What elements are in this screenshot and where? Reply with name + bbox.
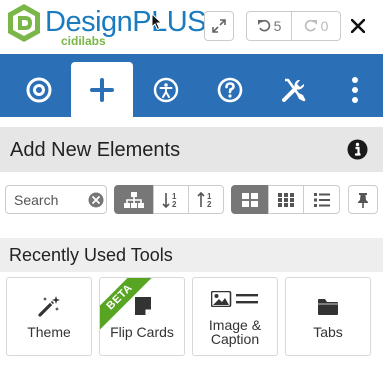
tools-icon [282,78,306,102]
more-options-button[interactable] [333,62,377,117]
thumbtack-icon [358,192,368,208]
tool-card-label-line1: Image & [208,317,262,333]
tab-help[interactable] [199,62,261,117]
recent-tools-header: Recently Used Tools [0,238,383,272]
tool-card-label: Theme [27,324,71,340]
tab-target[interactable] [8,62,70,117]
sort-descending-button[interactable]: 1 2 [188,185,224,214]
target-icon [26,77,52,102]
redo-count: 0 [320,18,329,34]
plus-icon [90,77,114,102]
pin-button[interactable] [348,185,378,214]
list-icon [313,192,330,207]
logo-mark-icon [8,4,40,42]
info-icon[interactable] [347,139,368,160]
svg-text:2: 2 [207,200,212,208]
search-input[interactable] [14,191,86,209]
tool-card-flip-cards[interactable]: BETA Flip Cards [99,277,185,356]
undo-count: 5 [273,18,282,34]
add-elements-header: Add New Elements [0,127,383,172]
tool-card-tabs[interactable]: Tabs [285,277,371,356]
expand-button[interactable] [204,11,234,41]
image-caption-icon [211,291,258,307]
redo-button[interactable]: 0 [291,11,341,41]
view-list-button[interactable] [303,185,340,214]
close-icon [351,19,365,33]
redo-icon [304,19,317,32]
main-toolbar [0,54,383,117]
expand-icon [212,19,226,33]
folder-tab-icon [318,299,338,315]
view-large-grid-button[interactable] [231,185,269,214]
sort-by-category-button[interactable] [114,185,154,214]
sitemap-icon [124,191,144,208]
undo-button[interactable]: 5 [246,11,292,41]
tool-card-theme[interactable]: Theme [6,277,92,356]
small-grid-icon [278,192,294,207]
more-vertical-icon [352,76,358,103]
flip-card-icon [135,297,151,315]
clear-search-icon[interactable] [88,192,104,208]
close-button[interactable] [347,11,369,41]
question-circle-icon [217,77,243,102]
tool-card-image-caption[interactable]: Image & Caption [192,277,278,356]
app-header: DesignPLUS cidilabs 5 0 [0,0,383,54]
accessibility-icon [153,77,179,102]
sort-numeric-desc-icon: 1 2 [197,191,212,208]
tool-card-label: Flip Cards [110,324,174,340]
tab-add-elements[interactable] [71,62,133,117]
recent-tools-title: Recently Used Tools [9,245,173,265]
undo-icon [257,19,270,32]
sort-ascending-button[interactable]: 1 2 [153,185,189,214]
view-small-grid-button[interactable] [268,185,304,214]
sort-numeric-asc-icon: 1 2 [162,192,177,208]
svg-text:2: 2 [172,200,177,208]
mouse-cursor-icon [151,13,163,31]
search-box [5,185,107,214]
magic-wand-icon [38,296,60,317]
logo-sub-text: cidilabs [61,34,106,48]
tool-card-label-line2: Caption [210,331,260,347]
tab-tools[interactable] [263,62,325,117]
large-grid-icon [242,192,258,207]
tab-accessibility[interactable] [135,62,197,117]
section-title: Add New Elements [10,139,181,161]
tool-card-label: Tabs [313,324,343,340]
